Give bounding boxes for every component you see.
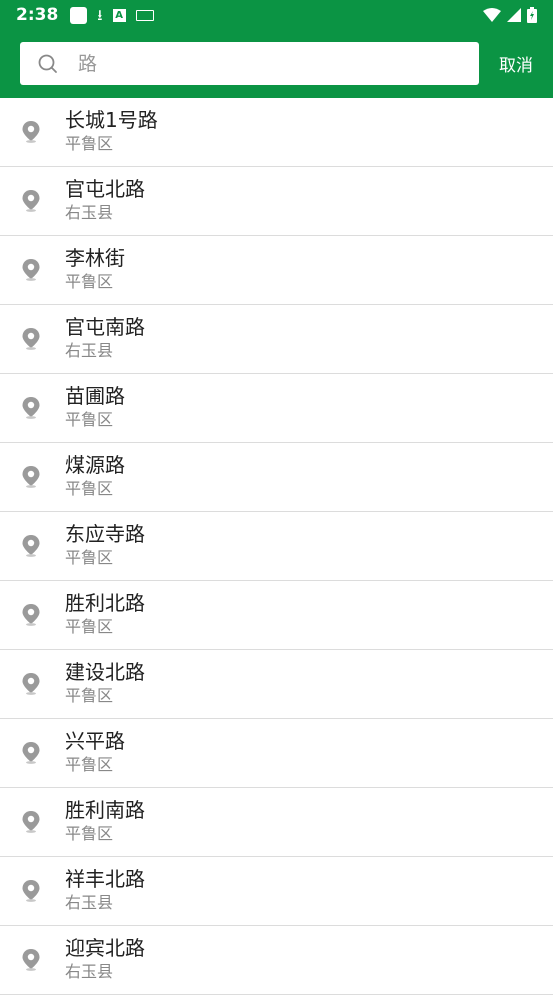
location-pin-icon xyxy=(22,949,40,975)
district-name: 平鲁区 xyxy=(65,755,114,774)
location-pin-icon xyxy=(22,328,40,354)
district-name: 右玉县 xyxy=(65,341,114,360)
list-item-text: 胜利南路 平鲁区 xyxy=(65,797,145,845)
search-input[interactable] xyxy=(76,51,420,76)
street-name: 胜利南路 xyxy=(65,798,145,822)
system-icons xyxy=(483,7,537,23)
list-item-text: 兴平路 平鲁区 xyxy=(65,728,125,776)
district-name: 平鲁区 xyxy=(65,548,114,567)
status-bar: 2:38 ⭳ A xyxy=(0,0,553,30)
list-item[interactable]: 苗圃路 平鲁区 xyxy=(0,374,553,443)
location-pin-icon xyxy=(22,535,40,561)
list-item-text: 官屯北路 右玉县 xyxy=(65,176,145,224)
district-name: 平鲁区 xyxy=(65,272,114,291)
street-name: 迎宾北路 xyxy=(65,936,145,960)
signal-icon xyxy=(507,8,521,22)
list-item[interactable]: 兴平路 平鲁区 xyxy=(0,719,553,788)
location-pin-icon xyxy=(22,811,40,837)
list-item[interactable]: 煤源路 平鲁区 xyxy=(0,443,553,512)
list-item-text: 李林街 平鲁区 xyxy=(65,245,125,293)
list-item[interactable]: 李林街 平鲁区 xyxy=(0,236,553,305)
list-item[interactable]: 祥丰北路 右玉县 xyxy=(0,857,553,926)
battery-icon xyxy=(527,7,537,23)
district-name: 平鲁区 xyxy=(65,479,114,498)
district-name: 平鲁区 xyxy=(65,410,114,429)
street-name: 官屯北路 xyxy=(65,177,145,201)
list-item-text: 长城1号路平鲁区 xyxy=(65,107,158,155)
street-name: 官屯南路 xyxy=(65,315,145,339)
download-icon: ⭳ xyxy=(97,5,103,24)
search-box[interactable] xyxy=(20,42,479,85)
app-notification-icon xyxy=(70,6,88,24)
list-item[interactable]: 长城1号路平鲁区 xyxy=(0,98,553,167)
district-name: 平鲁区 xyxy=(65,824,114,843)
location-pin-icon xyxy=(22,673,40,699)
list-item-text: 建设北路 平鲁区 xyxy=(65,659,145,707)
location-pin-icon xyxy=(22,397,40,423)
district-name: 平鲁区 xyxy=(65,134,114,153)
list-item[interactable]: 建设北路 平鲁区 xyxy=(0,650,553,719)
street-name: 煤源路 xyxy=(65,453,125,477)
list-item[interactable]: 官屯南路 右玉县 xyxy=(0,305,553,374)
status-time: 2:38 xyxy=(16,5,59,25)
wifi-icon xyxy=(483,8,501,22)
street-name: 东应寺路 xyxy=(65,522,145,546)
list-item[interactable]: 东应寺路 平鲁区 xyxy=(0,512,553,581)
result-list: 长城1号路 平鲁区 官屯北路 右玉县 李林街 平鲁区 官屯南路 右玉县 苗圃路 平鲁区 煤源路 平鲁区… xyxy=(0,98,553,995)
location-pin-icon xyxy=(22,190,40,216)
cancel-button[interactable]: 取消 xyxy=(499,51,533,76)
list-item-text: 官屯南路 右玉县 xyxy=(65,314,145,362)
font-icon: A xyxy=(112,8,126,22)
street-name: 祥丰北路 xyxy=(65,867,145,891)
list-item-text: 祥丰北路 右玉县 xyxy=(65,866,145,914)
street-name: 李林街 xyxy=(65,246,125,270)
notification-icons: ⭳ A xyxy=(70,5,154,24)
list-item[interactable]: 胜利南路 平鲁区 xyxy=(0,788,553,857)
street-name: 胜利北路 xyxy=(65,591,145,615)
street-name: 兴平路 xyxy=(65,729,125,753)
street-name: 建设北路 xyxy=(65,660,145,684)
list-item[interactable]: 官屯北路 右玉县 xyxy=(0,167,553,236)
district-name: 平鲁区 xyxy=(65,617,114,636)
location-pin-icon xyxy=(22,880,40,906)
location-pin-icon xyxy=(22,742,40,768)
list-item[interactable]: 迎宾北路 右玉县 xyxy=(0,926,553,995)
street-name: 苗圃路 xyxy=(65,384,125,408)
list-item[interactable]: 胜利北路 平鲁区 xyxy=(0,581,553,650)
list-item-text: 煤源路 平鲁区 xyxy=(65,452,125,500)
location-pin-icon xyxy=(22,121,40,147)
search-row: 取消 xyxy=(20,42,553,85)
search-icon xyxy=(38,54,57,73)
location-pin-icon xyxy=(22,259,40,285)
app-header: 2:38 ⭳ A 取消 xyxy=(0,0,553,98)
list-item-text: 苗圃路 平鲁区 xyxy=(65,383,125,431)
list-item-text: 胜利北路 平鲁区 xyxy=(65,590,145,638)
location-pin-icon xyxy=(22,604,40,630)
street-name: 长城1号路 xyxy=(65,108,158,132)
district-name: 平鲁区 xyxy=(65,686,114,705)
district-name: 右玉县 xyxy=(65,203,114,222)
district-name: 右玉县 xyxy=(65,962,114,981)
list-item-text: 东应寺路 平鲁区 xyxy=(65,521,145,569)
district-name: 右玉县 xyxy=(65,893,114,912)
list-item-text: 迎宾北路 右玉县 xyxy=(65,935,145,983)
location-pin-icon xyxy=(22,466,40,492)
keyboard-icon xyxy=(135,9,154,21)
